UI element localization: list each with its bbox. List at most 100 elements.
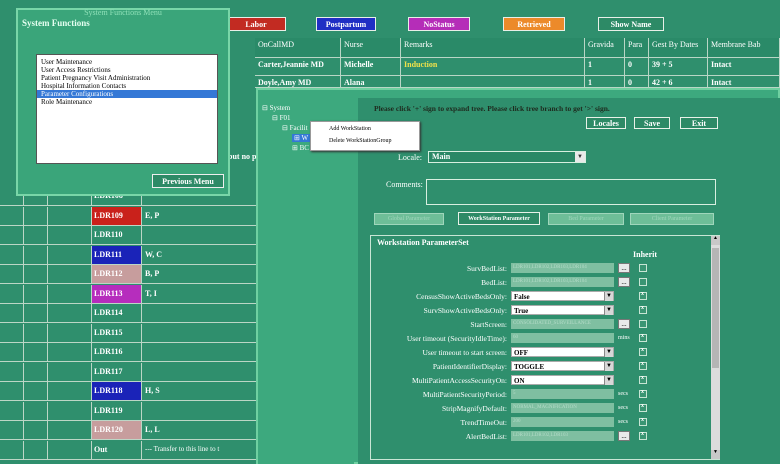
inherit-checkbox[interactable]: x [639,431,647,440]
parameter-select[interactable]: ON ▼ [511,375,614,385]
locales-button[interactable]: Locales [586,117,626,129]
status-button-show-name[interactable]: Show Name [598,17,664,31]
vertical-scrollbar[interactable]: ▲ ▼ [711,236,720,459]
parameter-select[interactable]: TOGGLE ▼ [511,361,614,371]
function-list[interactable]: User Maintenance User Access Restrictions… [36,54,218,164]
cell-para: 0 [625,58,649,76]
tab-global-parameter[interactable]: Global Parameter [374,213,444,225]
save-button[interactable]: Save [634,117,670,129]
parameter-select[interactable]: False ▼ [511,291,614,301]
chevron-down-icon[interactable]: ▼ [604,348,613,357]
parameter-field[interactable]: LDR101,LDR102,LDR103 [511,431,614,441]
delete-workstation-group-item[interactable]: Delete WorkStationGroup [311,134,419,146]
parameter-field[interactable]: NORMAL_MAGNIFICATION [511,403,614,413]
bed-row[interactable]: LDR110 [0,226,260,245]
tree-node-f01[interactable]: ⊟ F01 [272,114,291,122]
inherit-checkbox[interactable]: x [639,417,647,426]
bed-row[interactable]: LDR116 [0,343,260,362]
col-oncallmd[interactable]: OnCallMD [255,38,341,58]
config-tree[interactable]: ⊟ System ⊟ F01 ⊟ Facilit ⊞ W ⊞ BC [258,98,354,464]
col-gest-by-dates[interactable]: Gest By Dates [649,38,708,58]
cell-oncallmd: Doyle,Amy MD [255,76,341,88]
table-row[interactable]: Doyle,Amy MD Alana 1 0 42 + 6 Intact [255,76,780,88]
chevron-down-icon[interactable]: ▼ [604,306,613,315]
inherit-checkbox[interactable]: x [639,305,647,314]
function-item[interactable]: Patient Pregnancy Visit Administration [37,74,217,82]
parameter-field[interactable]: LDR101,LDR102,LDR103,LDR104 [511,263,614,273]
exit-button[interactable]: Exit [680,117,718,129]
browse-button[interactable]: ... [618,263,630,273]
bed-row[interactable]: LDR114 [0,304,260,323]
parameter-field[interactable]: 5 [511,389,614,399]
browse-button[interactable]: ... [618,277,630,287]
inherit-checkbox[interactable]: x [639,333,647,342]
tab-bed-parameter[interactable]: Bed Parameter [548,213,624,225]
table-row[interactable]: Carter,Jeannie MD Michelle Induction 1 0… [255,58,780,76]
col-para[interactable]: Para [625,38,649,58]
status-button-retrieved[interactable]: Retrieved [503,17,565,31]
locale-select[interactable]: Main ▼ [428,151,586,163]
tree-node-system[interactable]: ⊟ System [262,104,290,112]
inherit-checkbox[interactable]: x [639,375,647,384]
tree-node-facility[interactable]: ⊟ Facilit [282,124,308,132]
col-gravida[interactable]: Gravida [585,38,625,58]
chevron-down-icon[interactable]: ▼ [604,292,613,301]
bed-row[interactable]: LDR113 T, I [0,284,260,304]
bed-row[interactable]: LDR112 B, P [0,265,260,284]
tab-client-parameter[interactable]: Client Parameter [630,213,714,225]
inherit-checkbox[interactable] [639,264,647,272]
status-button-labor[interactable]: Labor [226,17,286,31]
bed-row[interactable]: LDR119 [0,401,260,421]
function-item[interactable]: User Access Restrictions [37,66,217,74]
parameter-field[interactable]: 60 [511,333,614,343]
bed-cell [48,304,92,323]
checkmark-icon: x [641,361,644,367]
parameter-field[interactable]: 200 [511,417,614,427]
col-remarks[interactable]: Remarks [401,38,585,58]
function-item[interactable]: User Maintenance [37,58,217,66]
parameter-field[interactable]: CONSOLIDATED_SURVEILLANCE [511,319,614,329]
bed-row[interactable]: LDR111 W, C [0,245,260,265]
inherit-checkbox[interactable] [639,278,647,286]
bed-row[interactable]: LDR120 L, L [0,421,260,440]
bed-row[interactable]: LDR118 H, S [0,382,260,401]
inherit-checkbox[interactable]: x [639,347,647,356]
chevron-down-icon[interactable]: ▼ [575,152,585,162]
col-membrane[interactable]: Membrane Bab [708,38,780,58]
status-button-postpartum[interactable]: Postpartum [316,17,376,31]
comments-field[interactable] [426,179,716,205]
parameter-select[interactable]: OFF ▼ [511,347,614,357]
parameter-field[interactable]: LDR101,LDR102,LDR103,LDR104 [511,277,614,287]
browse-button[interactable]: ... [618,431,630,441]
checkmark-icon: x [641,291,644,297]
function-item[interactable]: Parameter Configurations [37,90,217,98]
previous-menu-button[interactable]: Previous Menu [152,174,224,188]
scroll-down-icon[interactable]: ▼ [711,450,720,459]
bed-row[interactable]: LDR109 E, P [0,206,260,226]
inherit-checkbox[interactable]: x [639,403,647,412]
parameter-select[interactable]: True ▼ [511,305,614,315]
inherit-checkbox[interactable] [639,320,647,328]
col-nurse[interactable]: Nurse [341,38,401,58]
function-item[interactable]: Hospital Information Contacts [37,82,217,90]
bed-row[interactable]: LDR115 [0,323,260,343]
bed-cell [24,226,48,245]
bed-row[interactable]: LDR117 [0,362,260,382]
parameter-value: ON [514,377,525,385]
scroll-up-icon[interactable]: ▲ [711,236,720,245]
inherit-checkbox[interactable]: x [639,361,647,370]
add-workstation-item[interactable]: Add WorkStation [311,122,419,134]
chevron-down-icon[interactable]: ▼ [604,376,613,385]
inherit-checkbox[interactable]: x [639,291,647,300]
tab-workstation-parameter[interactable]: WorkStation Parameter [458,212,540,225]
inherit-checkbox[interactable]: x [639,389,647,398]
parameter-label: User timeout to start screen: [422,348,507,357]
chevron-down-icon[interactable]: ▼ [604,362,613,371]
tree-node-bc[interactable]: ⊞ BC [292,144,309,152]
browse-button[interactable]: ... [618,319,630,329]
bed-row[interactable]: Out --- Transfer to this line to t [0,440,260,460]
scroll-thumb[interactable] [712,248,719,368]
tree-node-w[interactable]: ⊞ W [292,134,311,142]
status-button-nostatus[interactable]: NoStatus [408,17,470,31]
function-item[interactable]: Role Maintenance [37,98,217,106]
